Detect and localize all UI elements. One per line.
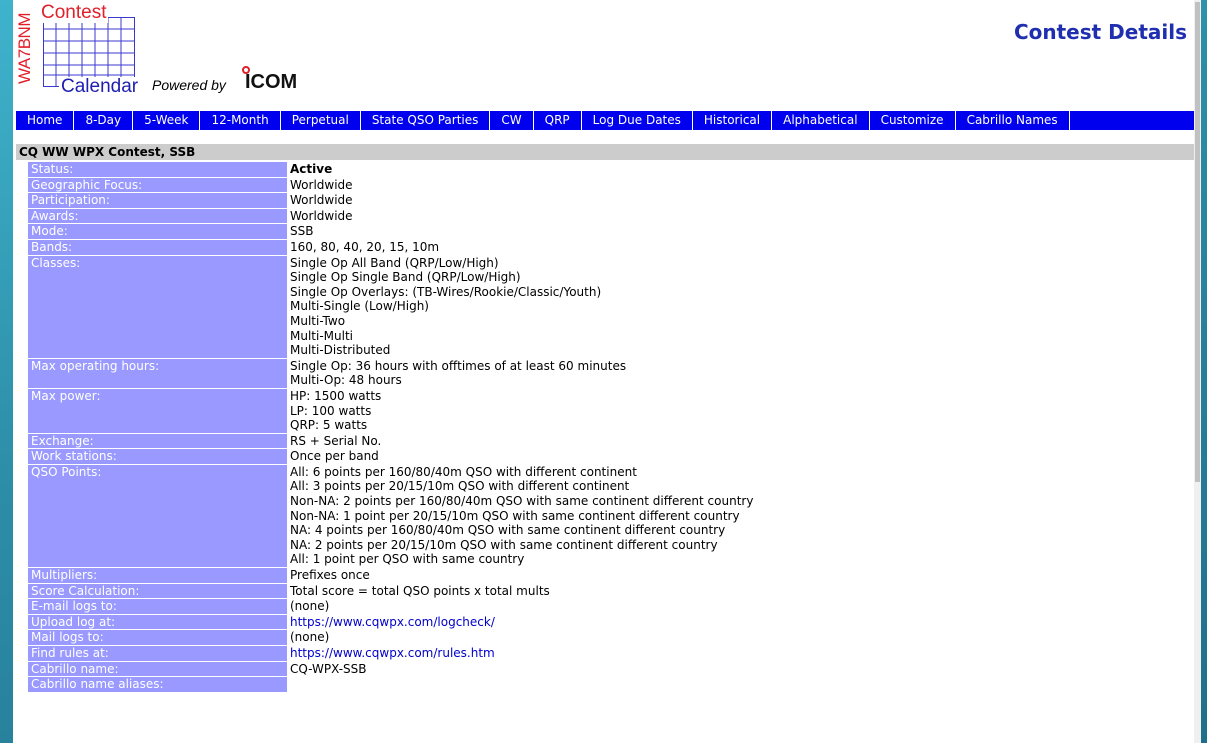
detail-row: Mail logs to: (none) bbox=[28, 630, 756, 645]
detail-label: Cabrillo name aliases: bbox=[28, 677, 287, 692]
detail-value: Single Op: 36 hours with offtimes of at … bbox=[290, 358, 627, 388]
logo-callsign: WA7BNM bbox=[15, 13, 34, 85]
detail-value: CQ-WPX-SSB bbox=[290, 661, 367, 676]
detail-value: HP: 1500 watts LP: 100 watts QRP: 5 watt… bbox=[290, 388, 382, 433]
detail-value: Worldwide bbox=[290, 193, 353, 208]
detail-label: Classes: bbox=[28, 255, 287, 358]
detail-row: Geographic Focus: Worldwide bbox=[28, 177, 756, 193]
detail-label: Score Calculation: bbox=[28, 583, 287, 599]
nav-cabrillo-names[interactable]: Cabrillo Names bbox=[956, 111, 1070, 130]
detail-label: Max operating hours: bbox=[28, 358, 287, 388]
detail-label: Mail logs to: bbox=[28, 630, 287, 645]
detail-value bbox=[287, 677, 756, 692]
detail-row: Max operating hours: Single Op: 36 hours … bbox=[28, 358, 756, 388]
detail-row: Bands: 160, 80, 40, 20, 15, 10m bbox=[28, 239, 756, 255]
scrollbar-thumb[interactable] bbox=[1195, 2, 1200, 482]
detail-value: (none) bbox=[290, 630, 330, 645]
detail-value: 160, 80, 40, 20, 15, 10m bbox=[290, 239, 440, 254]
detail-value: Worldwide bbox=[290, 177, 353, 192]
main-nav: Home 8-Day 5-Week 12-Month Perpetual Sta… bbox=[16, 111, 1201, 130]
detail-label: E-mail logs to: bbox=[28, 599, 287, 614]
detail-row: Status: Active bbox=[28, 162, 756, 177]
detail-row: Multipliers: Prefixes once bbox=[28, 568, 756, 583]
detail-row: Score Calculation: Total score = total QS… bbox=[28, 583, 756, 599]
detail-value: (none) bbox=[290, 599, 330, 614]
page-title: Contest Details bbox=[1013, 20, 1187, 44]
detail-value: Active bbox=[290, 162, 333, 176]
detail-row: Max power: HP: 1500 watts LP: 100 watts Q… bbox=[28, 388, 756, 433]
detail-row: Find rules at: https://www.cqwpx.com/rule… bbox=[28, 646, 756, 661]
detail-row: Awards: Worldwide bbox=[28, 208, 756, 224]
detail-row: Classes: Single Op All Band (QRP/Low/High… bbox=[28, 255, 756, 358]
detail-value: Worldwide bbox=[290, 208, 353, 223]
nav-12-month[interactable]: 12-Month bbox=[200, 111, 281, 130]
logo-calendar-text: Calendar bbox=[59, 76, 141, 97]
nav-state-qso-parties[interactable]: State QSO Parties bbox=[361, 111, 491, 130]
vertical-scrollbar[interactable] bbox=[1194, 0, 1201, 743]
nav-8-day[interactable]: 8-Day bbox=[74, 111, 134, 130]
nav-historical[interactable]: Historical bbox=[693, 111, 773, 130]
detail-value: Once per band bbox=[290, 449, 379, 464]
detail-value: SSB bbox=[290, 224, 314, 239]
detail-value: Single Op All Band (QRP/Low/High) Single… bbox=[290, 255, 602, 358]
rule-link[interactable]: https://www.cqwpx.com/rules.htm bbox=[290, 646, 495, 660]
contest-name-header: CQ WW WPX Contest, SSB bbox=[16, 144, 1201, 160]
detail-value: RS + Serial No. bbox=[290, 433, 382, 448]
detail-row: Exchange: RS + Serial No. bbox=[28, 433, 756, 449]
detail-value: All: 6 points per 160/80/40m QSO with di… bbox=[290, 464, 754, 567]
detail-label: Work stations: bbox=[28, 449, 287, 464]
nav-home[interactable]: Home bbox=[16, 111, 75, 130]
detail-label: QSO Points: bbox=[28, 464, 287, 568]
nav-customize[interactable]: Customize bbox=[870, 111, 956, 130]
detail-label: Exchange: bbox=[28, 433, 287, 449]
powered-by-text: Powered by bbox=[152, 77, 226, 93]
detail-label: Multipliers: bbox=[28, 568, 287, 583]
detail-label: Cabrillo name: bbox=[28, 661, 287, 677]
detail-label: Max power: bbox=[28, 388, 287, 433]
detail-value: Prefixes once bbox=[290, 568, 370, 583]
contest-details-table: Status: Active Geographic Focus: Worldwide P… bbox=[28, 161, 756, 693]
detail-row: Upload log at: https://www.cqwpx.com/logc… bbox=[28, 614, 756, 630]
detail-row: QSO Points: All: 6 points per 160/80/40m … bbox=[28, 464, 756, 568]
detail-label: Status: bbox=[28, 162, 287, 177]
detail-label: Participation: bbox=[28, 193, 287, 208]
detail-row: Participation: Worldwide bbox=[28, 193, 756, 208]
nav-5-week[interactable]: 5-Week bbox=[133, 111, 201, 130]
detail-label: Geographic Focus: bbox=[28, 177, 287, 193]
detail-row: Cabrillo name: CQ-WPX-SSB bbox=[28, 661, 756, 677]
detail-label: Find rules at: bbox=[28, 646, 287, 661]
detail-value: Total score = total QSO points x total m… bbox=[290, 583, 550, 598]
nav-log-due-dates[interactable]: Log Due Dates bbox=[582, 111, 693, 130]
detail-label: Upload log at: bbox=[28, 614, 287, 630]
page: WA7BNM Contest Calendar Powered by ICOM … bbox=[13, 0, 1201, 743]
detail-row: Mode: SSB bbox=[28, 224, 756, 239]
detail-label: Awards: bbox=[28, 208, 287, 224]
detail-link[interactable]: https://www.cqwpx.com/rules.htm bbox=[287, 646, 756, 661]
nav-qrp[interactable]: QRP bbox=[534, 111, 582, 130]
detail-link[interactable]: https://www.cqwpx.com/logcheck/ bbox=[287, 615, 756, 630]
detail-label: Bands: bbox=[28, 239, 287, 255]
detail-row: E-mail logs to: (none) bbox=[28, 599, 756, 614]
icom-logo[interactable]: ICOM bbox=[245, 71, 297, 94]
nav-cw[interactable]: CW bbox=[490, 111, 534, 130]
logo-contest-text: Contest bbox=[39, 2, 109, 23]
rule-link[interactable]: https://www.cqwpx.com/logcheck/ bbox=[290, 615, 495, 629]
detail-row: Cabrillo name aliases: bbox=[28, 677, 756, 692]
detail-label: Mode: bbox=[28, 224, 287, 239]
nav-perpetual[interactable]: Perpetual bbox=[281, 111, 361, 130]
detail-row: Work stations: Once per band bbox=[28, 449, 756, 464]
nav-alphabetical[interactable]: Alphabetical bbox=[772, 111, 870, 130]
contest-calendar-logo[interactable]: WA7BNM Contest Calendar bbox=[15, 2, 141, 97]
